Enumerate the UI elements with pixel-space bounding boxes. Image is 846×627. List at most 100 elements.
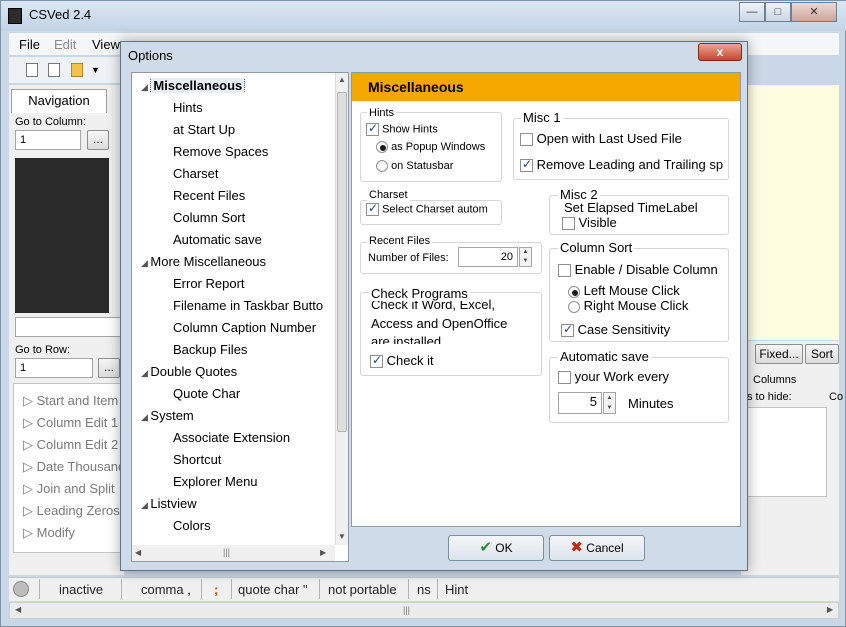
visible-check[interactable] [562,217,575,231]
options-tree-item[interactable]: ◢ Listview [141,496,331,511]
options-tree-item[interactable]: Associate Extension [173,430,333,445]
number-of-files-input[interactable]: 20 [458,247,518,267]
as-popup-radio[interactable]: as Popup Windows [376,141,485,154]
menu-edit[interactable]: Edit [54,37,76,52]
go-to-column-input[interactable]: 1 [15,130,81,150]
scroll-down-icon[interactable]: ▼ [338,532,346,541]
remove-leading-checkbox[interactable]: Remove Leading and Trailing sp [520,157,730,173]
scroll-grip-icon[interactable]: ||| [403,605,410,615]
options-tree-item[interactable]: Shortcut [173,452,333,467]
enable-sort-checkbox[interactable]: Enable / Disable Column [558,262,728,278]
new-file-icon[interactable] [26,63,38,77]
tab-navigation[interactable]: Navigation [11,89,107,113]
expand-triangle-icon[interactable]: ◢ [141,412,150,422]
open-last-check[interactable] [520,133,533,147]
tree-horizontal-scrollbar[interactable] [132,545,335,561]
autosave-checkbox[interactable]: your Work every [558,369,669,385]
menu-file[interactable]: File [19,37,40,52]
case-sensitivity-check[interactable] [561,322,574,338]
open-last-checkbox[interactable]: Open with Last Used File [520,131,728,147]
maximize-button[interactable]: □ [765,2,791,22]
options-tree-item[interactable]: Hints [173,100,333,115]
tree-scroll-right-icon[interactable]: ▶ [320,548,326,557]
tree-scroll-grip-icon[interactable]: ||| [223,547,230,557]
on-statusbar-radio[interactable]: on Statusbar [376,160,453,173]
options-tree-item[interactable]: Error Report [173,276,333,291]
options-tree-item[interactable]: ◢ More Miscellaneous [141,254,331,269]
check-it-check[interactable] [370,353,383,369]
tree-item[interactable]: ▷ Leading Zeros [23,503,120,519]
cancel-button[interactable]: ✖ Cancel [549,535,645,561]
show-hints-check[interactable] [366,121,379,136]
options-tree-item[interactable]: Quote Char [173,386,333,401]
files-spin-icon[interactable]: ▲ ▼ [519,247,532,267]
right-click-radio[interactable]: Right Mouse Click [568,298,688,313]
charset-label: Select Charset autom [382,203,488,216]
tree-item[interactable]: ▷ Date Thousand [23,459,125,475]
scroll-right-icon[interactable]: ▶ [827,605,833,614]
on-statusbar-radio-dot[interactable] [376,160,388,173]
minutes-spin-icon[interactable]: ▲ ▼ [603,392,616,414]
expand-triangle-icon[interactable]: ◢ [141,82,150,92]
go-to-row-input[interactable]: 1 [15,358,93,378]
case-sensitivity-checkbox[interactable]: Case Sensitivity [561,322,670,338]
left-click-radio[interactable]: Left Mouse Click [568,283,680,298]
options-tree-item[interactable]: at Start Up [173,122,333,137]
expand-triangle-icon[interactable]: ◢ [141,258,150,268]
dropdown-arrow-icon[interactable]: ▼ [91,65,100,75]
hidden-columns-list[interactable] [747,407,827,497]
expand-triangle-icon[interactable]: ◢ [141,368,150,378]
ok-button[interactable]: ✔ OK [448,535,544,561]
check-it-checkbox[interactable]: Check it [370,353,434,369]
visible-checkbox[interactable]: Visible [562,215,617,231]
as-popup-radio-dot[interactable] [376,141,388,154]
remove-leading-check[interactable] [520,157,533,173]
options-tree-item[interactable]: Column Sort [173,210,333,225]
tree-scroll-left-icon[interactable]: ◀ [135,548,141,557]
minutes-input[interactable]: 5 [558,392,602,414]
columns-label: Columns [753,374,797,386]
show-hints-checkbox[interactable]: Show Hints [366,121,438,136]
dialog-close-button[interactable]: x [698,43,742,61]
options-tree-item[interactable]: Filename in Taskbar Butto [173,298,333,313]
enable-sort-check[interactable] [558,264,571,278]
menu-view[interactable]: View [92,37,120,52]
charset-checkbox[interactable]: Select Charset autom [366,201,488,216]
right-click-radio-dot[interactable] [568,300,580,313]
copy-icon[interactable] [48,63,60,77]
tree-item[interactable]: ▷ Join and Split [23,481,115,497]
tree-scroll-thumb[interactable] [337,92,347,432]
options-tree-item[interactable]: Column Caption Number [173,320,333,335]
status-hint: Hint [445,582,469,597]
minimize-button[interactable]: — [739,2,765,22]
go-to-row-button[interactable]: ... [98,358,120,378]
close-button[interactable]: ✕ [791,2,837,22]
options-tree-item-label: Miscellaneous [150,78,246,93]
tree-item[interactable]: ▷ Column Edit 2 [23,437,118,453]
options-tree-item[interactable]: ◢ Double Quotes [141,364,331,379]
scroll-left-icon[interactable]: ◀ [15,605,21,614]
open-folder-icon[interactable] [71,63,83,77]
tree-item[interactable]: ▷ Start and Item [23,393,118,409]
tree-item[interactable]: ▷ Modify [23,525,75,541]
go-to-column-button[interactable]: ... [87,130,109,150]
options-tree-item[interactable]: Remove Spaces [173,144,333,159]
left-click-radio-dot[interactable] [568,285,580,298]
filter-input[interactable] [15,317,127,337]
options-tree-item[interactable]: ◢ Miscellaneous [141,78,331,93]
options-tree-item[interactable]: Recent Files [173,188,333,203]
tree-item[interactable]: ▷ Column Edit 1 [23,415,118,431]
expand-triangle-icon[interactable]: ◢ [141,500,150,510]
options-tree-item[interactable]: Automatic save [173,232,333,247]
options-tree-item[interactable]: Backup Files [173,342,333,357]
options-tree-item[interactable]: Colors [173,518,333,533]
options-tree-item[interactable]: ◢ System [141,408,331,423]
charset-check[interactable] [366,201,379,216]
horizontal-scrollbar[interactable] [9,602,839,619]
tab-sort[interactable]: Sort [805,344,839,364]
autosave-check[interactable] [558,371,571,385]
options-tree-item[interactable]: Explorer Menu [173,474,333,489]
scroll-up-icon[interactable]: ▲ [338,75,346,84]
options-tree-item[interactable]: Charset [173,166,333,181]
tab-fixed[interactable]: Fixed... [755,344,803,364]
